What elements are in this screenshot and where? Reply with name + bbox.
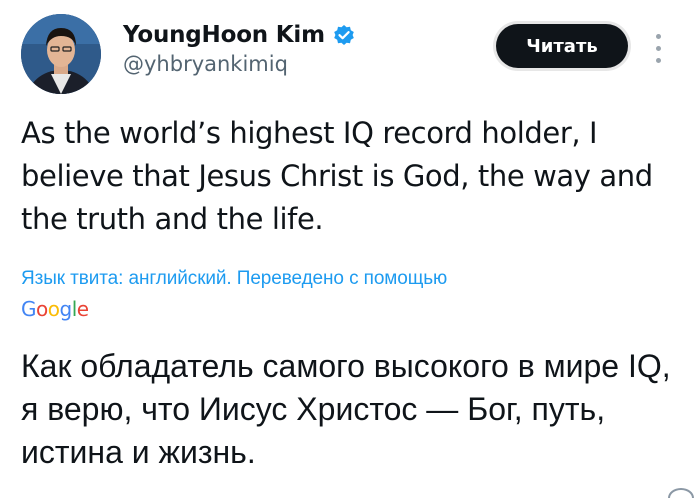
google-logo-letter: G: [21, 297, 37, 321]
tweet-header: YoungHoon Kim @yhbryankimiq Читать: [21, 14, 681, 94]
google-logo-letter: e: [76, 297, 89, 321]
google-logo-letter: g: [59, 297, 73, 321]
avatar-image: [21, 14, 101, 94]
user-handle[interactable]: @yhbryankimiq: [123, 52, 355, 76]
translation-note[interactable]: Язык твита: английский. Переведено с пом…: [21, 268, 447, 290]
google-logo-letter: o: [36, 297, 48, 321]
display-name[interactable]: YoungHoon Kim: [123, 22, 325, 48]
avatar[interactable]: [21, 14, 101, 94]
user-meta: YoungHoon Kim @yhbryankimiq: [123, 18, 355, 76]
translated-text: Как обладатель самого высокого в мире IQ…: [21, 348, 671, 470]
google-logo-letter: o: [47, 297, 60, 321]
tweet-text: As the world’s highest IQ record holder,…: [21, 116, 653, 236]
read-button[interactable]: Читать: [496, 24, 628, 68]
more-vertical-icon[interactable]: [653, 32, 663, 66]
verified-badge-icon: [333, 24, 355, 46]
bottom-action-icon[interactable]: [668, 488, 694, 498]
google-logo: Google: [21, 297, 89, 321]
display-name-row: YoungHoon Kim: [123, 18, 355, 52]
